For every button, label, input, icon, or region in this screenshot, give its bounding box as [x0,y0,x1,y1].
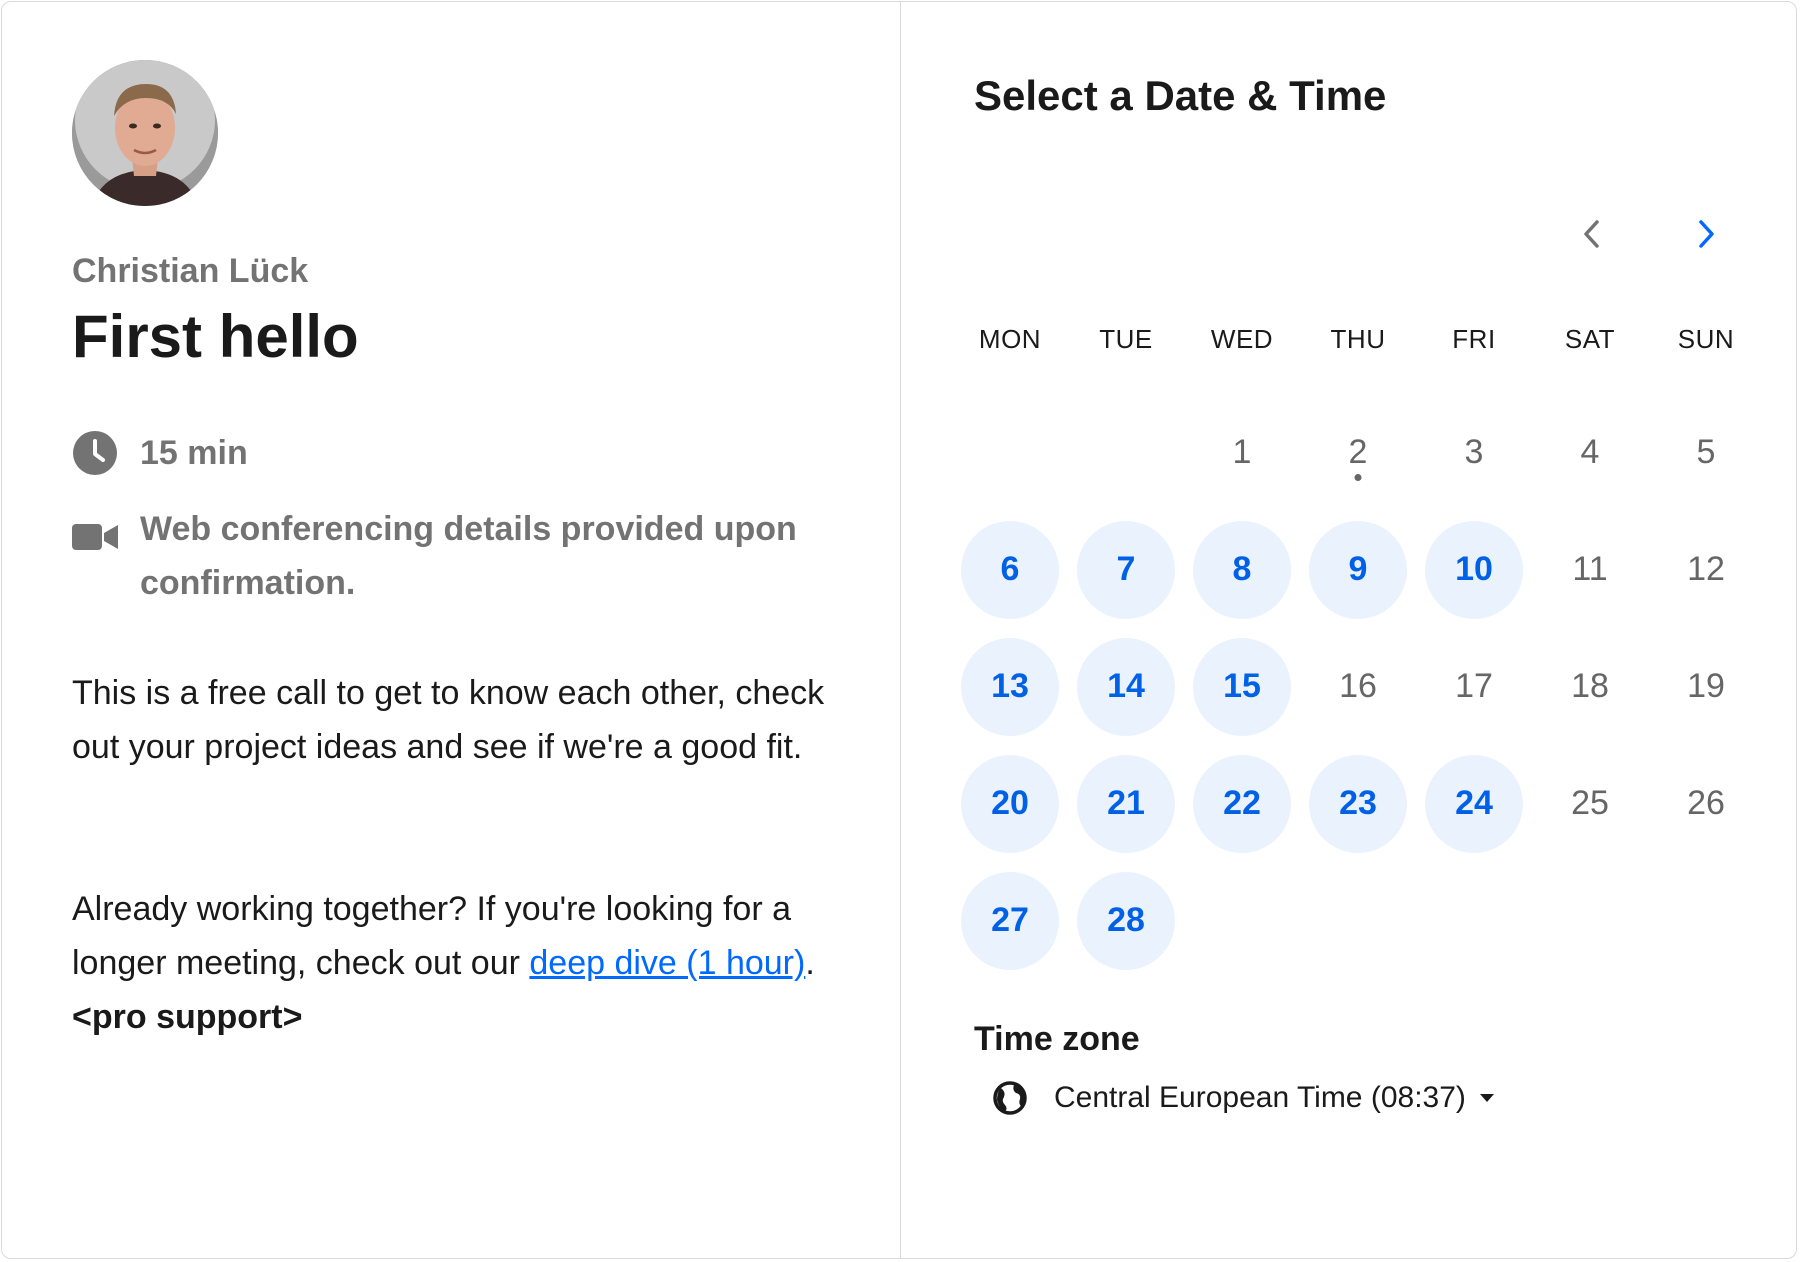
day-number: 22 [1193,754,1291,853]
day-number: 25 [1571,784,1609,822]
calendar-day-2: 2 [1300,394,1416,511]
weekday-label: WED [1210,324,1274,354]
day-number: 3 [1464,433,1484,471]
day-number: 15 [1193,637,1291,736]
weekday-label: SAT [1564,324,1616,354]
weekday-header: MON TUE WED THU FRI SAT SUN [952,324,1764,355]
calendar-day-18: 18 [1532,628,1648,745]
calendar-day-3: 3 [1416,394,1532,511]
calendar-day-available-27[interactable]: 27 [952,862,1068,979]
video-camera-icon [72,524,118,550]
weekday-label: FRI [1452,324,1496,354]
calendar-day-4: 4 [1532,394,1648,511]
deep-dive-link[interactable]: deep dive (1 hour) [529,944,805,982]
calendar-grid: 1 2 3 4 5 6 7 8 9 10 11 12 13 14 15 16 17 18 19 20 21 22 23 24 2… [952,394,1764,979]
next-month-button[interactable] [1684,212,1728,256]
day-number: 14 [1077,637,1175,736]
day-number: 26 [1687,784,1725,822]
calendar-day-19: 19 [1648,628,1764,745]
day-number: 28 [1077,871,1175,970]
day-number: 9 [1309,520,1407,619]
day-number: 12 [1687,550,1725,588]
day-number: 23 [1309,754,1407,853]
day-number: 11 [1572,550,1608,588]
day-number: 7 [1077,520,1175,619]
chevron-right-icon [1699,220,1714,248]
day-number: 8 [1193,520,1291,619]
calendar-day-1: 1 [1184,394,1300,511]
day-number: 6 [961,520,1059,619]
day-number: 18 [1571,667,1609,705]
calendar-day-available-6[interactable]: 6 [952,511,1068,628]
timezone-label: Time zone [974,1020,1140,1058]
day-number: 27 [961,871,1059,970]
day-number: 20 [961,754,1059,853]
host-name: Christian Lück [72,252,309,290]
calendar-day-26: 26 [1648,745,1764,862]
day-number: 1 [1232,433,1252,471]
duration-text: 15 min [140,434,248,472]
day-number: 17 [1455,667,1493,705]
panel-divider [900,2,901,1258]
conferencing-text: Web conferencing details provided upon c… [140,510,797,602]
pro-support-text: <pro support> [72,998,303,1036]
booking-card: Christian Lück First hello 15 min Web co… [1,1,1797,1259]
day-number: 24 [1425,754,1523,853]
calendar-day-available-13[interactable]: 13 [952,628,1068,745]
caret-down-icon [1479,1094,1494,1102]
chevron-left-icon [1584,220,1599,248]
day-number: 2 [1348,433,1368,471]
calendar-day-available-15[interactable]: 15 [1184,628,1300,745]
calendar-blank-cell [952,394,1068,511]
calendar-day-available-10[interactable]: 10 [1416,511,1532,628]
day-number: 10 [1425,520,1523,619]
avatar [72,60,218,206]
day-number: 19 [1687,667,1725,705]
calendar-day-available-23[interactable]: 23 [1300,745,1416,862]
event-description-more: Already working together? If you're look… [72,882,852,1044]
weekday-label: THU [1330,324,1386,354]
timezone-select[interactable]: Central European Time (08:37) [992,1080,1496,1116]
clock-icon [73,431,117,475]
weekday-label: MON [978,324,1042,354]
calendar-day-available-24[interactable]: 24 [1416,745,1532,862]
globe-icon [993,1081,1027,1115]
weekday-label: SUN [1677,324,1735,354]
calendar-day-available-20[interactable]: 20 [952,745,1068,862]
conferencing-row: Web conferencing details provided upon c… [72,510,832,610]
event-title: First hello [72,303,359,370]
calendar-day-available-9[interactable]: 9 [1300,511,1416,628]
calendar-day-17: 17 [1416,628,1532,745]
duration-row: 15 min [72,430,248,480]
day-number: 21 [1077,754,1175,853]
calendar-day-5: 5 [1648,394,1764,511]
calendar-title: Select a Date & Time [974,72,1387,119]
day-number: 13 [961,637,1059,736]
weekday-label: TUE [1099,324,1153,354]
event-description: This is a free call to get to know each … [72,674,825,766]
calendar-day-25: 25 [1532,745,1648,862]
calendar-day-11: 11 [1532,511,1648,628]
description-separator: . [805,944,815,982]
previous-month-button[interactable] [1570,212,1614,256]
calendar-blank-cell [1068,394,1184,511]
calendar-day-available-22[interactable]: 22 [1184,745,1300,862]
timezone-value: Central European Time (08:37) [1054,1081,1466,1114]
calendar-day-available-21[interactable]: 21 [1068,745,1184,862]
calendar-day-available-7[interactable]: 7 [1068,511,1184,628]
day-number: 5 [1696,433,1716,471]
avatar-image [72,60,218,206]
calendar-day-available-14[interactable]: 14 [1068,628,1184,745]
calendar-day-16: 16 [1300,628,1416,745]
calendar-day-available-28[interactable]: 28 [1068,862,1184,979]
calendar-day-12: 12 [1648,511,1764,628]
calendar-day-available-8[interactable]: 8 [1184,511,1300,628]
day-number: 16 [1339,667,1377,705]
day-number: 4 [1580,433,1600,471]
